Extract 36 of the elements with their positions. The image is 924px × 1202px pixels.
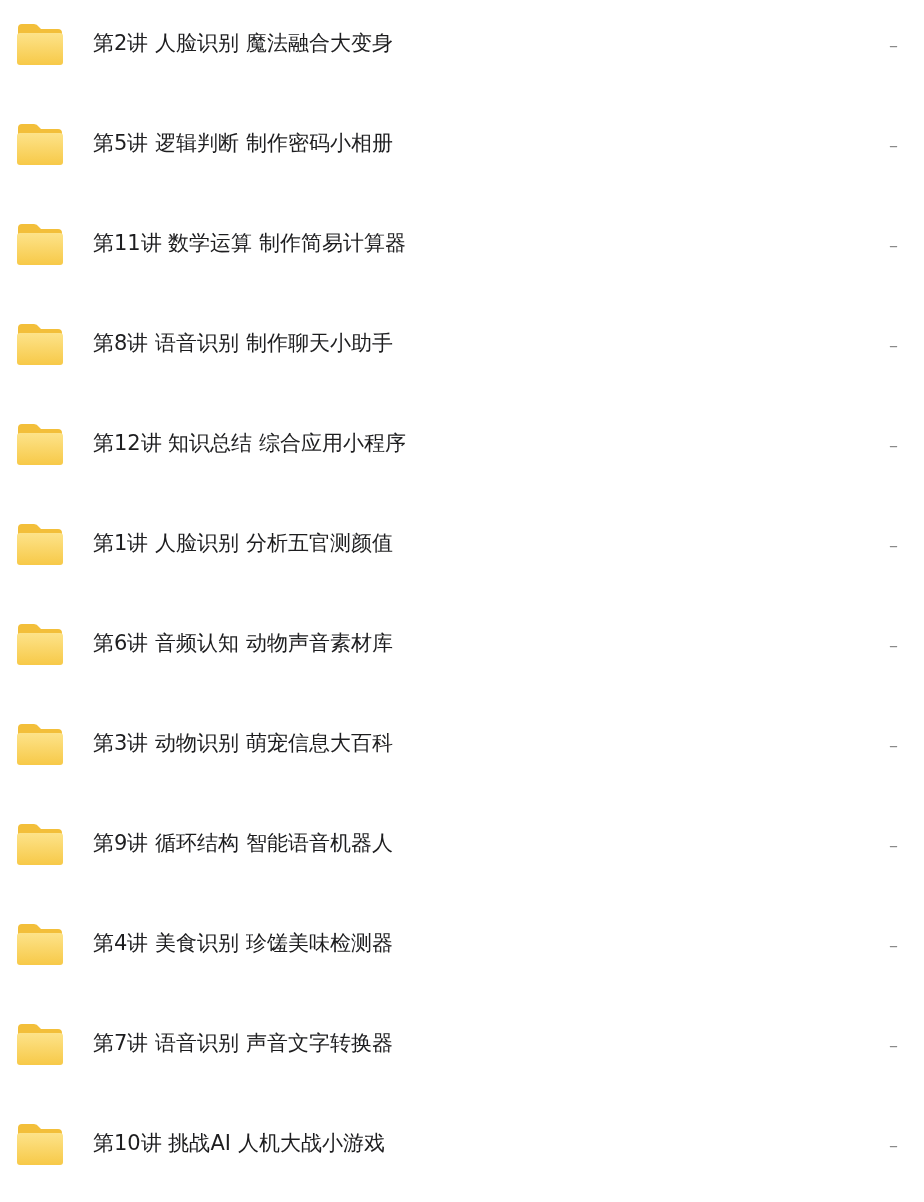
size-value: –: [889, 432, 898, 457]
size-value: –: [889, 732, 898, 757]
folder-name: 第6讲 音频认知 动物声音素材库: [93, 630, 393, 658]
folder-icon: [16, 322, 64, 366]
size-value: –: [889, 832, 898, 857]
size-value: –: [889, 232, 898, 257]
folder-name: 第11讲 数学运算 制作简易计算器: [93, 230, 407, 258]
folder-icon: [16, 922, 64, 966]
folder-icon: [16, 822, 64, 866]
size-value: –: [889, 632, 898, 657]
folder-icon: [16, 722, 64, 766]
size-value: –: [889, 132, 898, 157]
folder-name: 第3讲 动物识别 萌宠信息大百科: [93, 730, 393, 758]
folder-name: 第2讲 人脸识别 魔法融合大变身: [93, 30, 393, 58]
folder-name: 第10讲 挑战AI 人机大战小游戏: [93, 1130, 385, 1158]
folder-name: 第12讲 知识总结 综合应用小程序: [93, 430, 407, 458]
size-value: –: [889, 332, 898, 357]
size-value: –: [889, 532, 898, 557]
folder-icon: [16, 122, 64, 166]
folder-name: 第4讲 美食识别 珍馐美味检测器: [93, 930, 393, 958]
folder-icon: [16, 1122, 64, 1166]
folder-icon: [16, 22, 64, 66]
size-value: –: [889, 932, 898, 957]
folder-icon: [16, 622, 64, 666]
size-value: –: [889, 32, 898, 57]
folder-icon: [16, 422, 64, 466]
folder-name: 第9讲 循环结构 智能语音机器人: [93, 830, 393, 858]
size-value: –: [889, 1132, 898, 1157]
folder-name: 第8讲 语音识别 制作聊天小助手: [93, 330, 393, 358]
folder-icon: [16, 522, 64, 566]
folder-icon: [16, 1022, 64, 1066]
folder-name: 第7讲 语音识别 声音文字转换器: [93, 1030, 393, 1058]
folder-icon: [16, 222, 64, 266]
folder-name: 第5讲 逻辑判断 制作密码小相册: [93, 130, 393, 158]
folder-name: 第1讲 人脸识别 分析五官测颜值: [93, 530, 393, 558]
size-value: –: [889, 1032, 898, 1057]
